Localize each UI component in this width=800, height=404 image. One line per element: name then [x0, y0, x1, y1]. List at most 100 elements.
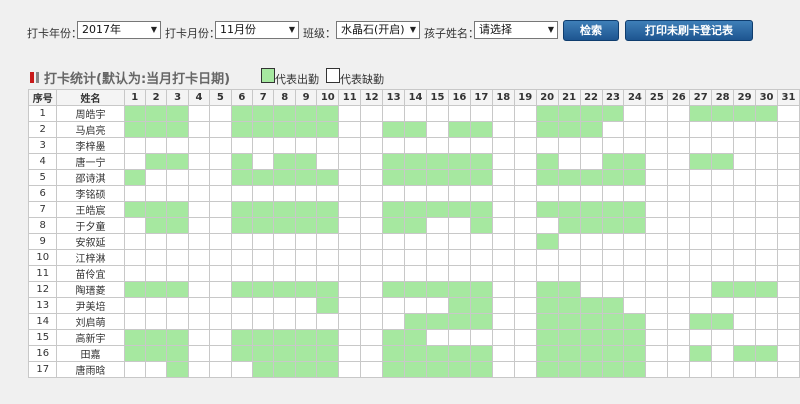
day-cell-absent [209, 217, 232, 234]
column-header-day: 27 [689, 89, 713, 106]
day-cell-absent [404, 105, 427, 122]
day-cell-present [535, 121, 559, 138]
print-unpunched-button[interactable]: 打印未刷卡登记表 [625, 20, 753, 41]
day-cell-present [144, 105, 168, 122]
day-cell-absent [469, 185, 493, 202]
day-cell-absent [711, 217, 735, 234]
child-select[interactable]: 请选择 ▼ [474, 21, 558, 39]
day-cell-absent [667, 169, 691, 186]
day-cell-absent [360, 185, 384, 202]
day-cell-absent [623, 105, 647, 122]
day-cell-present [316, 105, 340, 122]
day-cell-absent [667, 329, 691, 346]
table-row: 8 于夕童 [27, 217, 800, 234]
day-cell-absent [187, 313, 211, 330]
day-cell-absent [777, 169, 800, 186]
day-cell-present [144, 345, 168, 362]
day-cell-absent [447, 249, 471, 266]
day-cell-present [469, 201, 493, 218]
day-cell-absent [491, 297, 515, 314]
day-cell-present [404, 281, 427, 298]
day-cell-absent [294, 297, 318, 314]
day-cell-absent [426, 297, 449, 314]
row-seq: 6 [27, 185, 58, 202]
day-cell-absent [601, 265, 625, 282]
table-row: 9 安叙延 [27, 233, 800, 250]
day-cell-absent [166, 137, 189, 154]
day-cell-present [601, 169, 625, 186]
day-cell-absent [469, 233, 493, 250]
row-seq: 15 [27, 329, 58, 346]
class-select[interactable]: 水晶石(开启) ▼ [336, 21, 420, 39]
day-cell-absent [491, 201, 515, 218]
day-cell-absent [711, 265, 735, 282]
day-cell-absent [689, 329, 713, 346]
search-button[interactable]: 检索 [563, 20, 619, 41]
day-cell-present [601, 313, 625, 330]
day-cell-absent [404, 185, 427, 202]
day-cell-present [252, 217, 275, 234]
day-cell-absent [689, 265, 713, 282]
day-cell-present [535, 361, 559, 378]
day-cell-present [623, 345, 647, 362]
day-cell-absent [209, 297, 232, 314]
day-cell-absent [733, 297, 757, 314]
day-cell-absent [733, 361, 757, 378]
day-cell-absent [209, 249, 232, 266]
day-cell-present [469, 297, 493, 314]
day-cell-present [469, 153, 493, 170]
row-student-name: 周皓宇 [56, 105, 125, 122]
day-cell-absent [338, 281, 362, 298]
day-cell-present [294, 153, 318, 170]
day-cell-present [404, 345, 427, 362]
day-cell-absent [273, 137, 296, 154]
day-cell-present [623, 169, 647, 186]
day-cell-absent [338, 105, 362, 122]
day-cell-absent [645, 265, 669, 282]
day-cell-present [601, 153, 625, 170]
day-cell-absent [382, 313, 406, 330]
row-student-name: 刘启萌 [56, 313, 125, 330]
day-cell-absent [645, 185, 669, 202]
day-cell-absent [667, 153, 691, 170]
day-cell-absent [645, 121, 669, 138]
day-cell-absent [187, 249, 211, 266]
day-cell-present [557, 121, 581, 138]
column-header-day: 13 [382, 89, 406, 106]
table-row: 2 马启亮 [27, 121, 800, 138]
day-cell-absent [187, 329, 211, 346]
day-cell-absent [187, 361, 211, 378]
day-cell-absent [144, 313, 168, 330]
day-cell-absent [382, 105, 406, 122]
day-cell-absent [645, 105, 669, 122]
day-cell-absent [755, 153, 778, 170]
day-cell-present [469, 281, 493, 298]
day-cell-present [733, 105, 757, 122]
day-cell-absent [513, 153, 537, 170]
day-cell-absent [491, 121, 515, 138]
day-cell-absent [209, 329, 232, 346]
day-cell-absent [777, 265, 800, 282]
day-cell-absent [123, 153, 146, 170]
month-select[interactable]: 11月份 ▼ [215, 21, 299, 39]
day-cell-absent [209, 137, 232, 154]
day-cell-absent [273, 249, 296, 266]
day-cell-present [579, 201, 603, 218]
day-cell-present [230, 201, 254, 218]
day-cell-absent [645, 329, 669, 346]
day-cell-absent [187, 265, 211, 282]
day-cell-absent [733, 329, 757, 346]
filter-toolbar: 打卡年份： 2017年 ▼ 打卡月份： 11月份 ▼ 班级： 水晶石(开启) ▼… [0, 16, 800, 46]
day-cell-absent [513, 185, 537, 202]
day-cell-absent [404, 265, 427, 282]
year-select[interactable]: 2017年 ▼ [77, 21, 161, 39]
day-cell-present [230, 105, 254, 122]
day-cell-absent [426, 137, 449, 154]
day-cell-absent [491, 233, 515, 250]
day-cell-present [557, 169, 581, 186]
day-cell-present [689, 105, 713, 122]
row-seq: 12 [27, 281, 58, 298]
day-cell-present [623, 361, 647, 378]
day-cell-present [144, 217, 168, 234]
day-cell-present [294, 345, 318, 362]
